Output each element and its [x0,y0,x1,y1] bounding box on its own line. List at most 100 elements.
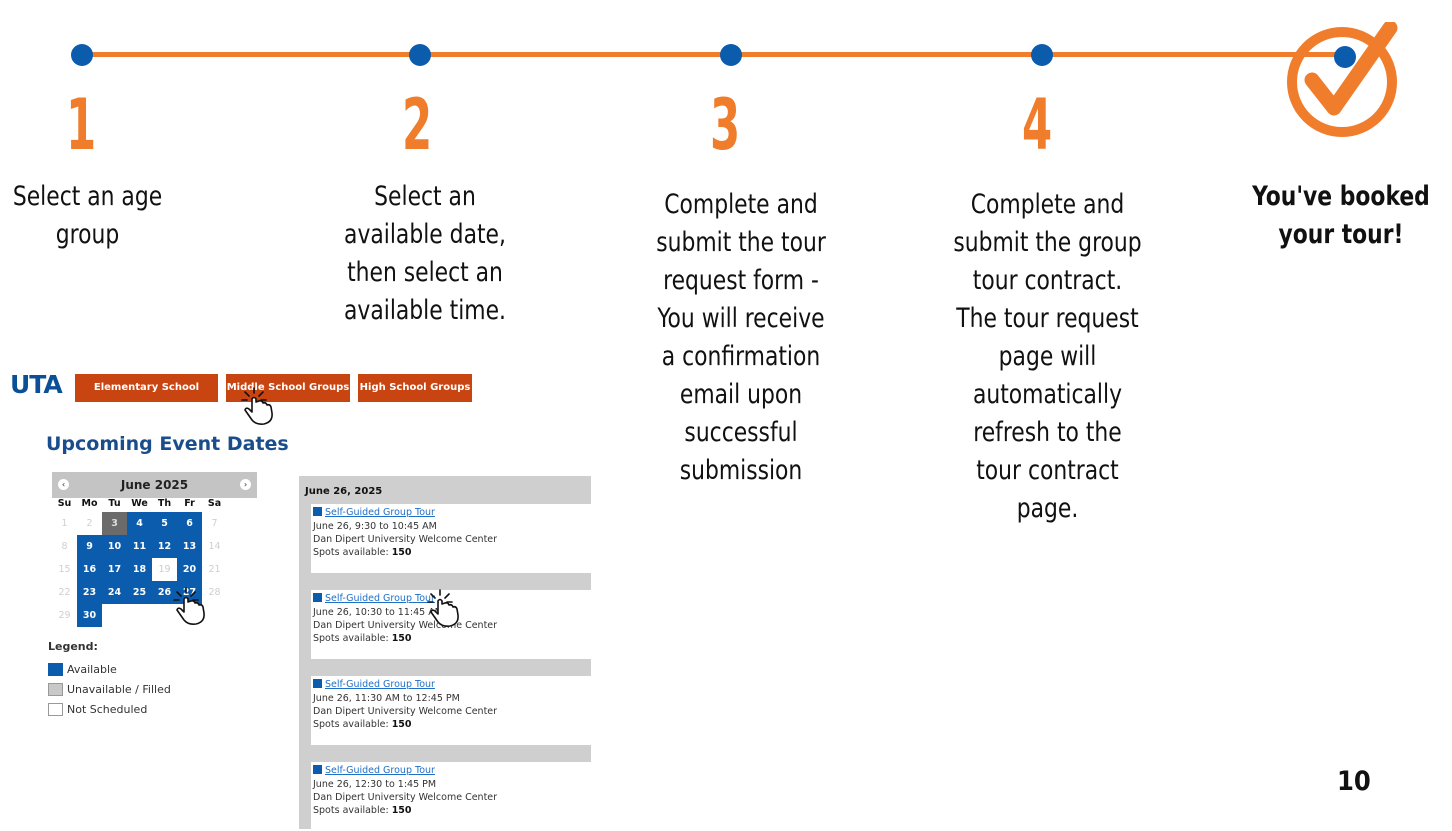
page-number: 10 [1337,766,1371,797]
event-color-icon [313,679,322,688]
step-2-line: Select an [374,181,476,212]
calendar-day: 1 [61,518,68,529]
event-title-link[interactable]: Self-Guided Group Tour [325,507,435,518]
calendar-day[interactable]: 5 [152,512,177,535]
spots-label: Spots available: [313,547,389,558]
available-swatch [48,662,63,676]
step-4-line: Complete and [970,189,1125,220]
calendar-day: 14 [208,541,221,552]
calendar-day[interactable]: 23 [77,581,102,604]
step-3-line: request form - [663,265,819,296]
calendar-day: 15 [58,564,71,575]
legend-item: Available [48,659,171,679]
calendar: ‹ June 2025 › Su Mo Tu We Th Fr Sa 1 2 3 4 5 6 7 8 9 10… [52,472,257,627]
legend-label: Available [67,662,117,676]
spots-label: Spots available: [313,805,389,816]
calendar-week: 1 234567 [52,512,257,535]
spots-value: 150 [391,633,412,644]
calendar-week: 29 30 [52,604,257,627]
event-color-icon [313,507,322,516]
weekday-label: Tu [108,498,121,509]
event-spots: Spots available: 150 [313,547,412,558]
calendar-day[interactable]: 12 [152,535,177,558]
progress-line [82,52,1344,57]
step-4-line: page will [998,341,1097,372]
pointer-hand-icon [427,589,459,627]
calendar-day[interactable]: 9 [77,535,102,558]
checkmark-circle-icon [1287,22,1398,137]
calendar-day[interactable]: 11 [127,535,152,558]
calendar-day: 7 [211,518,218,529]
event-location: Dan Dipert University Welcome Center [313,706,498,717]
tab-elementary-school-groups[interactable]: Elementary School Groups [75,374,218,421]
calendar-header: ‹ June 2025 › [52,472,257,498]
legend-item: Not Scheduled [48,699,171,719]
done-line: your tour! [1278,219,1404,250]
calendar-day: 3 [102,512,127,535]
calendar-day[interactable]: 24 [102,581,127,604]
step-2-text: Select an available date, then select an… [340,178,511,330]
weekday-label: Th [157,498,172,509]
step-1-line: Select an age [12,181,163,212]
step-4-line: submit the group [953,227,1142,258]
event-location: Dan Dipert University Welcome Center [313,534,498,545]
step-2-dot [409,44,431,66]
step-3-dot [720,44,742,66]
weekday-header: Su Mo Tu We Th Fr Sa [52,498,257,512]
event-spots: Spots available: 150 [313,719,412,730]
step-3-line: Complete and [664,189,818,220]
step-2-line: then select an [347,257,503,288]
events-panel: June 26, 2025 Self-Guided Group Tour Jun… [299,476,591,831]
step-3-line: a confirmation [661,341,821,372]
event-card: Self-Guided Group Tour June 26, 9:30 to … [311,504,591,573]
weekday-label: Fr [184,498,195,509]
uta-logo[interactable]: UTA [10,370,63,399]
step-2-number: 2 [402,84,433,166]
event-title-link[interactable]: Self-Guided Group Tour [325,765,435,776]
event-title-link[interactable]: Self-Guided Group Tour [325,679,435,690]
unavailable-swatch [48,682,63,696]
calendar-week: 8 9 10 11 12 13 14 [52,535,257,558]
step-3-line: submission [679,455,803,486]
step-1-dot [71,44,93,66]
calendar-day: 2 [86,518,93,529]
calendar-day[interactable]: 13 [177,535,202,558]
calendar-empty-cell [127,604,152,627]
calendar-day[interactable]: 10 [102,535,127,558]
step-3-line: You will receive [657,303,825,334]
step-3-line: email upon [679,379,803,410]
step-4-text: Complete and submit the group tour contr… [951,186,1145,528]
spots-label: Spots available: [313,719,389,730]
calendar-day[interactable]: 30 [77,604,102,627]
event-title-link[interactable]: Self-Guided Group Tour [325,593,435,604]
event-card: Self-Guided Group Tour June 26, 12:30 to… [311,762,591,831]
calendar-day: 19 [152,558,177,581]
calendar-day: 8 [61,541,68,552]
calendar-day[interactable]: 16 [77,558,102,581]
step-4-line: automatically [972,379,1123,410]
legend-label: Unavailable / Filled [67,682,171,696]
calendar-day[interactable]: 17 [102,558,127,581]
event-card: Self-Guided Group Tour June 26, 11:30 AM… [311,676,591,745]
step-1-text: Select an age group [9,178,167,254]
weekday-label: Su [57,498,72,509]
tab-high-school-groups[interactable]: High School Groups [358,374,472,402]
calendar-day[interactable]: 4 [127,512,152,535]
calendar-day[interactable]: 20 [177,558,202,581]
done-line: You've booked [1252,181,1430,212]
event-time: June 26, 9:30 to 10:45 AM [313,521,437,532]
weekday-label: We [131,498,148,509]
calendar-day[interactable]: 6 [177,512,202,535]
calendar-week: 15 16 17 18 19 20 21 [52,558,257,581]
next-month-icon[interactable]: › [240,479,251,490]
calendar-day: 21 [208,564,221,575]
step-2-line: available time. [344,295,506,326]
legend-title: Legend: [48,640,98,653]
event-color-icon [313,765,322,774]
step-4-line: tour contract [976,455,1119,486]
prev-month-icon[interactable]: ‹ [58,479,69,490]
calendar-day[interactable]: 18 [127,558,152,581]
calendar-day[interactable]: 25 [127,581,152,604]
calendar-day: 29 [58,610,71,621]
event-location: Dan Dipert University Welcome Center [313,792,498,803]
